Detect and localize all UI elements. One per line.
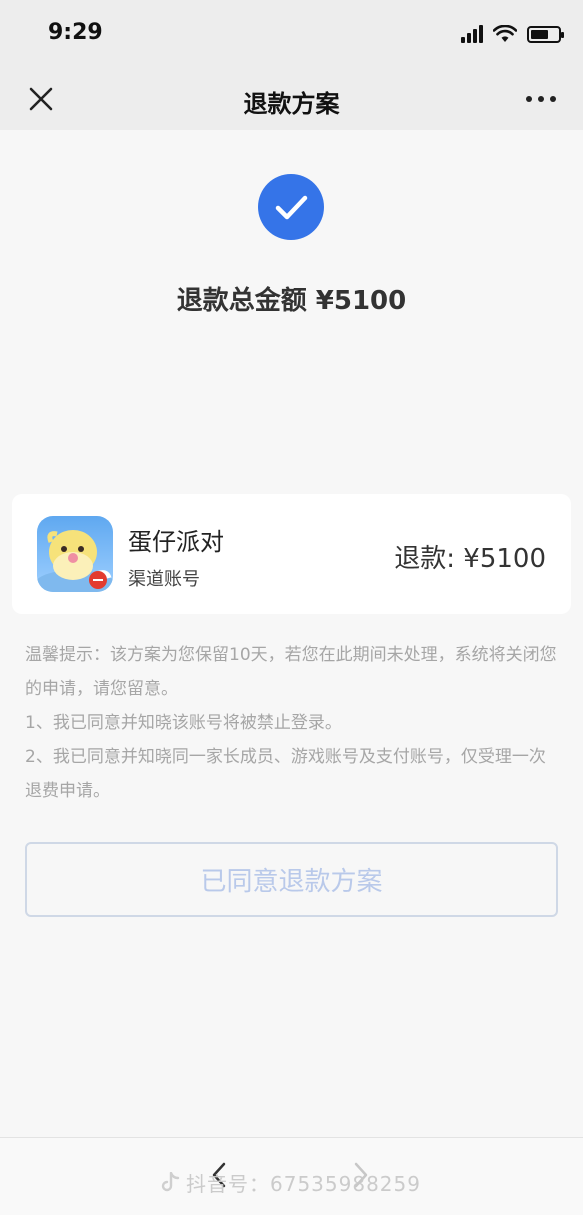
status-bar: 9:29 <box>0 0 583 68</box>
notice-line: 温馨提示：该方案为您保留10天，若您在此期间未处理，系统将关闭您的申请，请您留意… <box>25 645 557 699</box>
game-app-icon <box>37 516 113 592</box>
browser-toolbar: 抖音号：67535988259 <box>0 1137 583 1215</box>
agree-refund-button[interactable]: 已同意退款方案 <box>25 842 558 917</box>
app-name: 蛋仔派对 <box>128 528 224 556</box>
battery-fill <box>531 29 548 39</box>
refund-item-card: 蛋仔派对 渠道账号 退款: ¥5100 <box>12 494 571 614</box>
signal-icon <box>461 25 483 43</box>
account-channel: 渠道账号 <box>128 569 200 590</box>
watermark: 抖音号：67535988259 <box>160 1168 421 1197</box>
status-icons <box>461 22 564 46</box>
success-badge <box>258 174 324 240</box>
refund-amount: 退款: ¥5100 <box>394 544 546 574</box>
notice-line: 1、我已同意并知晓该账号将被禁止登录。 <box>25 713 342 733</box>
more-icon[interactable] <box>519 82 563 116</box>
notice-line: 2、我已同意并知晓同一家长成员、游戏账号及支付账号，仅受理一次退费申请。 <box>25 747 546 801</box>
watermark-text: 抖音号：67535988259 <box>186 1172 421 1196</box>
wifi-icon <box>493 25 517 42</box>
page-title: 退款方案 <box>243 90 340 118</box>
notice-text: 温馨提示：该方案为您保留10天，若您在此期间未处理，系统将关闭您的申请，请您留意… <box>25 638 560 808</box>
refund-total: 退款总金额 ¥5100 <box>176 286 407 316</box>
refund-plan-page: 9:29 退款方案 退款总金额 ¥5100 蛋仔派对 渠道账号 退款: ¥510… <box>0 0 583 1215</box>
battery-icon <box>527 25 564 43</box>
checkmark-icon <box>275 195 308 220</box>
status-time: 9:29 <box>48 20 103 45</box>
tiktok-logo-icon <box>161 1171 180 1191</box>
nav-bar: 退款方案 <box>0 68 583 130</box>
